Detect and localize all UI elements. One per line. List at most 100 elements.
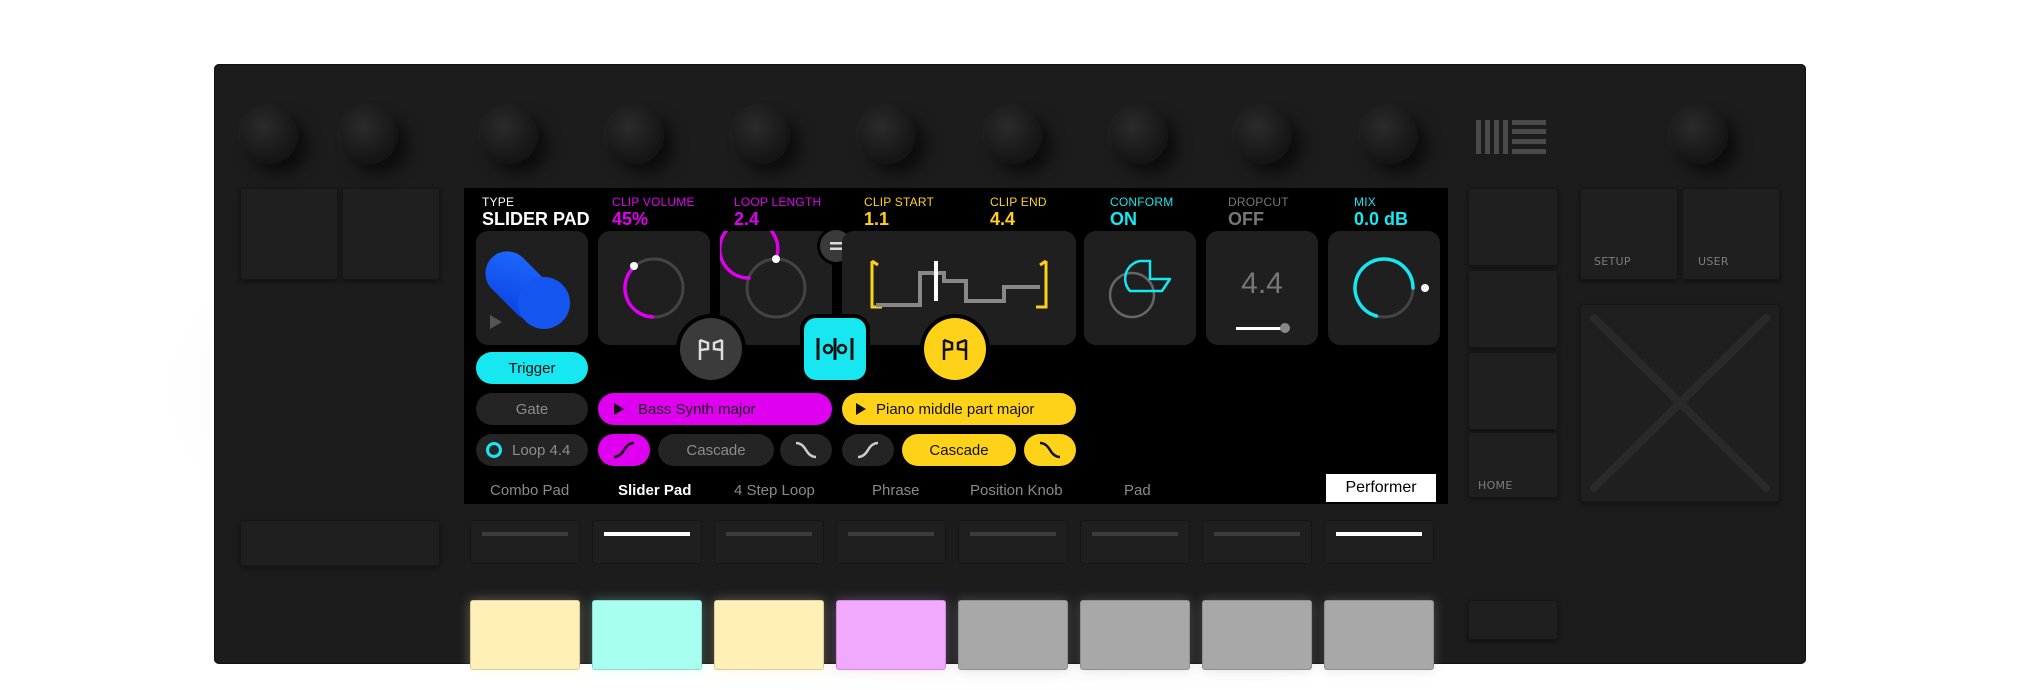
track-select-button-7[interactable]	[1202, 520, 1312, 564]
loop-label: Loop 4.4	[512, 441, 571, 459]
right-column-pad-1[interactable]	[1468, 188, 1558, 266]
tile-dropcut[interactable]: 4.4	[1206, 231, 1318, 345]
tab-performer-label: Performer	[1345, 479, 1417, 496]
track-select-led	[1336, 532, 1422, 536]
performance-pad-8[interactable]	[1324, 600, 1434, 670]
tab-slider-pad[interactable]: Slider Pad	[618, 482, 691, 499]
performance-pad-7[interactable]	[1202, 600, 1312, 670]
track-select-button-3[interactable]	[714, 520, 824, 564]
setup-label: SETUP	[1594, 255, 1631, 268]
tab-performer[interactable]: Performer	[1326, 474, 1436, 502]
track-select-button-6[interactable]	[1080, 520, 1190, 564]
header-mix-key: MIX	[1354, 195, 1376, 209]
split-flags-yellow-icon	[942, 338, 968, 360]
knob-5[interactable]	[732, 106, 790, 164]
track-select-button-5[interactable]	[958, 520, 1068, 564]
knob-3[interactable]	[480, 106, 538, 164]
header-clip-volume: CLIP VOLUME 45%	[612, 195, 695, 230]
header-mix-value: 0.0 dB	[1354, 209, 1409, 229]
performance-pad-6[interactable]	[1080, 600, 1190, 670]
left-strip-pad[interactable]	[240, 520, 440, 566]
cascade-yellow-button[interactable]: Cascade	[902, 434, 1016, 466]
fade-in-magenta-button[interactable]	[598, 434, 650, 466]
fade-out-yellow-button[interactable]	[1024, 434, 1076, 466]
loop-button[interactable]: Loop 4.4	[476, 434, 588, 466]
track-select-button-4[interactable]	[836, 520, 946, 564]
knob-master[interactable]	[1670, 106, 1728, 164]
performance-pad-2[interactable]	[592, 600, 702, 670]
fade-out-magenta-button[interactable]	[780, 434, 832, 466]
fade-in-icon	[857, 441, 879, 459]
tile-mix[interactable]	[1328, 231, 1440, 345]
knob-4[interactable]	[606, 106, 664, 164]
header-clip-start-value: 1.1	[864, 209, 890, 229]
header-loop-length: LOOP LENGTH 2.4	[734, 195, 822, 230]
knob-2[interactable]	[340, 106, 398, 164]
header-conform-value: ON	[1110, 209, 1137, 229]
trigger-button[interactable]: Trigger	[476, 352, 588, 384]
xy-pad[interactable]	[1580, 304, 1780, 502]
tab-pad[interactable]: Pad	[1124, 482, 1151, 499]
performance-pad-3[interactable]	[714, 600, 824, 670]
clip-yellow-button[interactable]: Piano middle part major	[842, 393, 1076, 425]
knob-10[interactable]	[1360, 106, 1418, 164]
xy-pad-cross-icon	[1590, 314, 1770, 492]
tab-combo-pad[interactable]: Combo Pad	[490, 482, 569, 499]
tile-conform[interactable]	[1084, 231, 1196, 345]
trigger-label: Trigger	[508, 359, 556, 377]
header-clip-end: CLIP END 4.4	[990, 196, 1047, 230]
clip-magenta-button[interactable]: Bass Synth major	[598, 393, 832, 425]
fade-in-icon	[613, 441, 635, 459]
clip-yellow-label: Piano middle part major	[876, 400, 1035, 418]
header-dropcut-key: DROPCUT	[1228, 195, 1289, 209]
slider-pad-type-icon	[485, 251, 570, 329]
split-center-icon	[816, 338, 854, 360]
split-gray-button[interactable]	[680, 318, 742, 380]
right-column-pad-2[interactable]	[1468, 270, 1558, 348]
knob-6[interactable]	[858, 106, 916, 164]
track-select-led	[970, 532, 1056, 536]
track-select-button-2[interactable]	[592, 520, 702, 564]
header-clip-volume-value: 45%	[612, 209, 649, 229]
split-yellow-button[interactable]	[924, 318, 986, 380]
dropcut-slider-dot	[1280, 323, 1290, 333]
display-screen: TYPE SLIDER PAD CLIP VOLUME 45% LOOP LEN…	[464, 188, 1448, 504]
brand-logo-icon	[1476, 120, 1550, 154]
home-label: HOME	[1478, 479, 1513, 492]
performance-pad-4[interactable]	[836, 600, 946, 670]
cascade-yellow-label: Cascade	[929, 441, 989, 459]
cascade-magenta-button[interactable]: Cascade	[658, 434, 774, 466]
knob-8[interactable]	[1110, 106, 1168, 164]
split-flags-icon	[698, 338, 724, 360]
header-clip-volume-key: CLIP VOLUME	[612, 195, 695, 209]
tab-4-step-loop[interactable]: 4 Step Loop	[734, 482, 815, 499]
play-icon	[856, 403, 866, 415]
track-select-led	[1214, 532, 1300, 536]
fade-in-yellow-button[interactable]	[842, 434, 894, 466]
left-pad-2[interactable]	[342, 188, 440, 280]
tile-type[interactable]	[476, 231, 588, 345]
user-button[interactable]	[1682, 188, 1780, 280]
split-cyan-button[interactable]	[804, 318, 866, 380]
track-select-led	[848, 532, 934, 536]
knob-9[interactable]	[1234, 106, 1292, 164]
gate-label: Gate	[515, 400, 549, 418]
knob-1[interactable]	[240, 106, 298, 164]
header-loop-length-key: LOOP LENGTH	[734, 195, 822, 209]
tab-phrase[interactable]: Phrase	[872, 482, 920, 499]
right-column-pad-bottom[interactable]	[1468, 600, 1558, 640]
tab-position-knob[interactable]: Position Knob	[970, 482, 1063, 499]
cascade-magenta-label: Cascade	[686, 441, 746, 459]
performance-pad-1[interactable]	[470, 600, 580, 670]
gate-button[interactable]: Gate	[476, 393, 588, 425]
left-pad-1[interactable]	[240, 188, 338, 280]
knob-7[interactable]	[984, 106, 1042, 164]
header-conform: CONFORM ON	[1110, 195, 1174, 230]
header-dropcut-value: OFF	[1228, 209, 1264, 229]
track-select-button-8[interactable]	[1324, 520, 1434, 564]
header-conform-key: CONFORM	[1110, 195, 1174, 209]
right-column-pad-3[interactable]	[1468, 352, 1558, 430]
play-icon	[614, 403, 624, 415]
performance-pad-5[interactable]	[958, 600, 1068, 670]
track-select-button-1[interactable]	[470, 520, 580, 564]
